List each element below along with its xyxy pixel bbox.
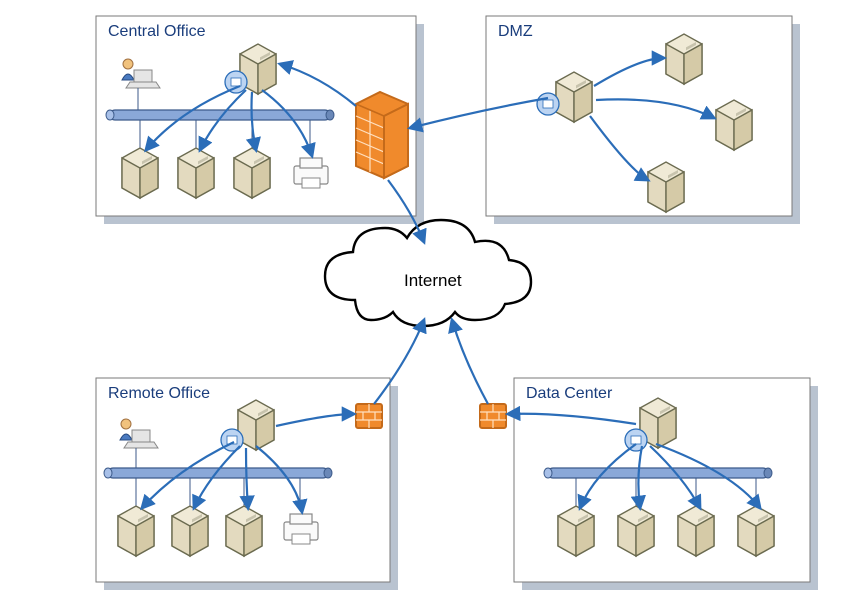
internet-cloud: Internet bbox=[325, 220, 531, 326]
lan-pipe bbox=[544, 468, 772, 478]
network-diagram: Central Office DMZ Remote Office Data Ce… bbox=[0, 0, 868, 614]
server-icon bbox=[238, 400, 274, 450]
remote-office-label: Remote Office bbox=[108, 385, 210, 402]
firewall-datacenter-icon bbox=[480, 404, 506, 428]
server-icon bbox=[226, 506, 262, 556]
lens-icon bbox=[537, 93, 559, 115]
server-icon bbox=[716, 100, 752, 150]
data-center-label: Data Center bbox=[526, 385, 613, 402]
server-icon bbox=[118, 506, 154, 556]
server-icon bbox=[556, 72, 592, 122]
server-icon bbox=[234, 148, 270, 198]
server-icon bbox=[172, 506, 208, 556]
server-icon bbox=[122, 148, 158, 198]
dmz-label: DMZ bbox=[498, 23, 533, 40]
server-icon bbox=[618, 506, 654, 556]
server-icon bbox=[558, 506, 594, 556]
firewall-remote-icon bbox=[356, 404, 382, 428]
internet-label: Internet bbox=[404, 271, 462, 290]
lens-icon bbox=[225, 71, 247, 93]
server-icon bbox=[648, 162, 684, 212]
server-icon bbox=[678, 506, 714, 556]
server-icon bbox=[178, 148, 214, 198]
firewall-main bbox=[356, 92, 408, 178]
arrow-dcfw-to-internet bbox=[452, 320, 488, 404]
server-icon bbox=[666, 34, 702, 84]
server-icon bbox=[738, 506, 774, 556]
lens-icon bbox=[625, 429, 647, 451]
central-office-label: Central Office bbox=[108, 23, 206, 40]
